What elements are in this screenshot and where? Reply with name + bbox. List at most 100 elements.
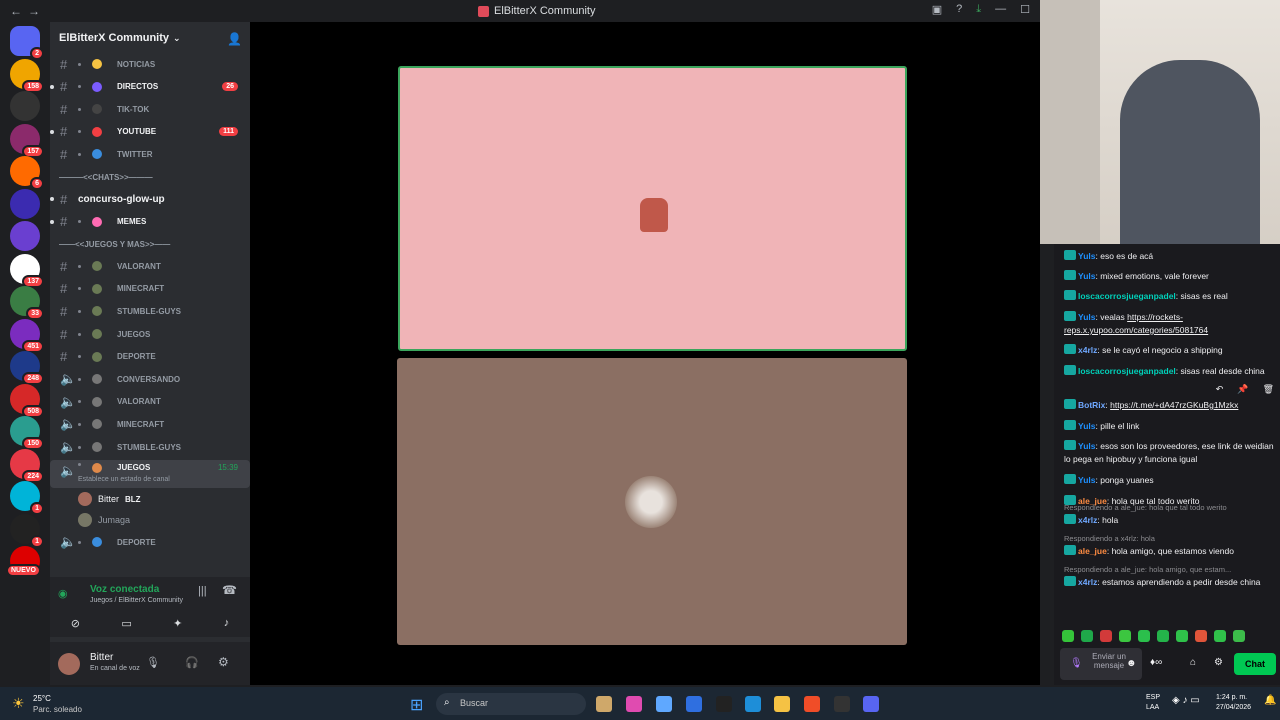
headphones-icon[interactable]: 🎧 xyxy=(185,656,199,669)
screen-share-icon[interactable]: ▭ xyxy=(121,617,131,630)
chat-username[interactable]: loscacorrosjueganpadel xyxy=(1078,366,1176,376)
avatar[interactable] xyxy=(58,653,80,675)
chat-message[interactable]: x4rlz: estamos aprendiendo a pedir desde… xyxy=(1064,576,1276,589)
soundboard-icon[interactable]: ♪ xyxy=(224,617,230,629)
chat-username[interactable]: loscacorrosjueganpadel xyxy=(1078,291,1176,301)
emote-icon[interactable] xyxy=(1062,630,1074,642)
chat-message[interactable]: BotRix: https://t.me/+dA47rzGKuBg1Mzkx xyxy=(1064,399,1276,412)
reply-context[interactable]: Respondiendo a x4rlz: hola xyxy=(1064,534,1155,543)
channel-item[interactable]: 🔈 STUMBLE-GUYS xyxy=(50,437,250,457)
channel-item[interactable]: # MEMES xyxy=(50,212,250,232)
lang-indicator-2[interactable]: LAA xyxy=(1146,704,1159,711)
chat-username[interactable]: x4rlz xyxy=(1078,345,1097,355)
emote-icon[interactable] xyxy=(1138,630,1150,642)
minimize-icon[interactable]: — xyxy=(995,3,1006,16)
channel-item[interactable]: # NOTICIAS xyxy=(50,54,250,74)
server-icon-11[interactable]: 508 xyxy=(10,383,44,418)
emote-icon[interactable] xyxy=(1157,630,1169,642)
channel-item[interactable]: # TIK-TOK xyxy=(50,99,250,119)
weather-icon[interactable]: ☀ xyxy=(12,695,25,712)
category-juegos[interactable]: ——<<JUEGOS Y MAS>>—— xyxy=(59,240,170,249)
chat-username[interactable]: Yuls xyxy=(1078,312,1095,322)
channel-item[interactable]: # JUEGOS xyxy=(50,324,250,344)
voice-user[interactable]: Bitter BLZ xyxy=(78,490,141,508)
reply-icon[interactable]: ↶ xyxy=(1216,384,1224,396)
chat-username[interactable]: Yuls xyxy=(1078,441,1095,451)
category-chats[interactable]: ———<<CHATS>>——— xyxy=(59,173,153,182)
chat-message[interactable]: loscacorrosjueganpadel: sisas es real xyxy=(1064,290,1276,303)
chat-message[interactable]: Yuls: eso es de acá xyxy=(1064,250,1276,263)
notifications-icon[interactable]: 🔔 xyxy=(1264,695,1276,706)
download-icon[interactable]: ⤓ xyxy=(976,3,981,16)
emote-icon[interactable] xyxy=(1081,630,1093,642)
chat-message[interactable]: Yuls: ponga yuanes xyxy=(1064,474,1276,487)
voice-user[interactable]: Jumaga xyxy=(78,511,130,529)
chat-message[interactable]: x4rlz: se le cayó el negocio a shipping xyxy=(1064,344,1276,357)
server-icon-15[interactable]: 1 xyxy=(10,513,44,548)
pin-icon[interactable]: 📌 xyxy=(1237,384,1248,396)
add-member-icon[interactable]: 👤 xyxy=(227,32,242,46)
server-icon-0[interactable]: 2 xyxy=(10,26,44,60)
obs-icon[interactable] xyxy=(834,696,850,712)
explorer-icon[interactable] xyxy=(774,696,790,712)
copilot-icon[interactable] xyxy=(656,696,672,712)
chat-username[interactable]: Yuls xyxy=(1078,421,1095,431)
emote-icon[interactable] xyxy=(1176,630,1188,642)
store-icon[interactable]: ⌂ xyxy=(1190,657,1196,668)
search-box[interactable]: ⌕ Buscar xyxy=(436,693,586,715)
brave-icon[interactable] xyxy=(804,696,820,712)
channel-item[interactable]: # MINECRAFT xyxy=(50,279,250,299)
emote-icon[interactable] xyxy=(1119,630,1131,642)
chat-message[interactable]: Yuls: pille el link xyxy=(1064,420,1276,433)
server-icon-4[interactable]: 6 xyxy=(10,156,44,190)
server-icon-9[interactable]: 451 xyxy=(10,318,44,353)
chat-send-button[interactable]: Chat xyxy=(1234,653,1276,675)
clock-time[interactable]: 1:24 p. m. xyxy=(1216,694,1247,701)
delete-icon[interactable]: 🗑 xyxy=(1263,384,1274,396)
activities-icon[interactable]: ✦ xyxy=(173,617,182,630)
stream-tile-user[interactable] xyxy=(397,358,907,645)
channel-status[interactable]: Establece un estado de canal xyxy=(78,476,170,483)
emote-picker-icon[interactable]: ☻ xyxy=(1126,658,1137,669)
chat-settings-icon[interactable]: ⚙ xyxy=(1214,657,1223,668)
server-icon-1[interactable]: 158 xyxy=(10,58,44,93)
chat-username[interactable]: Yuls xyxy=(1078,475,1095,485)
chat-username[interactable]: x4rlz xyxy=(1078,515,1097,525)
channel-item[interactable]: 🔈 MINECRAFT xyxy=(50,414,250,434)
chat-username[interactable]: Yuls xyxy=(1078,251,1095,261)
emote-icon[interactable] xyxy=(1214,630,1226,642)
help-icon[interactable]: ? xyxy=(956,3,962,16)
chat-message[interactable]: Yuls: mixed emotions, vale forever xyxy=(1064,270,1276,283)
server-icon-10[interactable]: 248 xyxy=(10,351,44,385)
channel-item[interactable]: 🔈 CONVERSANDO xyxy=(50,369,250,389)
camera-off-icon[interactable]: ⊘ xyxy=(71,617,80,630)
channel-item[interactable]: # DEPORTE xyxy=(50,347,250,367)
start-icon[interactable]: ⊞ xyxy=(410,695,423,715)
clock-date[interactable]: 27/04/2026 xyxy=(1216,704,1251,711)
noise-icon[interactable]: ||| xyxy=(198,585,207,597)
channel-item[interactable]: # STUMBLE-GUYS xyxy=(50,301,250,321)
nav-arrows-icon[interactable]: ←→ xyxy=(10,4,46,18)
server-icon-16[interactable]: NUEVO xyxy=(6,546,41,577)
chat-username[interactable]: x4rlz xyxy=(1078,577,1097,587)
bits-icon[interactable]: ♦∞ xyxy=(1150,657,1162,668)
inbox-icon[interactable]: ▣ xyxy=(932,3,942,16)
emote-icon[interactable] xyxy=(1195,630,1207,642)
wifi-icon[interactable]: ◈ ♪ ▭ xyxy=(1172,695,1200,706)
channel-item[interactable]: # concurso-glow-up xyxy=(50,189,250,209)
file-icon[interactable] xyxy=(596,696,612,712)
stream-tile-game[interactable] xyxy=(398,66,907,351)
lang-indicator[interactable]: ESP xyxy=(1146,694,1160,701)
channel-item[interactable]: # TWITTER xyxy=(50,144,250,164)
chat-message[interactable]: Yuls: vealas https://rockets-reps.x.yupo… xyxy=(1064,311,1276,337)
server-icon-3[interactable]: 157 xyxy=(10,123,44,158)
server-icon-7[interactable]: 137 xyxy=(10,253,44,288)
discord-icon[interactable] xyxy=(863,696,879,712)
channel-item[interactable]: 🔈 VALORANT xyxy=(50,392,250,412)
store-icon[interactable] xyxy=(686,696,702,712)
server-icon-5[interactable] xyxy=(10,188,40,219)
server-icon-8[interactable]: 33 xyxy=(10,286,44,320)
chat-link[interactable]: https://t.me/+dA47rzGKuBg1Mzkx xyxy=(1110,400,1238,410)
maximize-icon[interactable]: ☐ xyxy=(1020,3,1030,16)
reply-context[interactable]: Respondiendo a ale_jue: hola amigo, que … xyxy=(1064,565,1231,574)
